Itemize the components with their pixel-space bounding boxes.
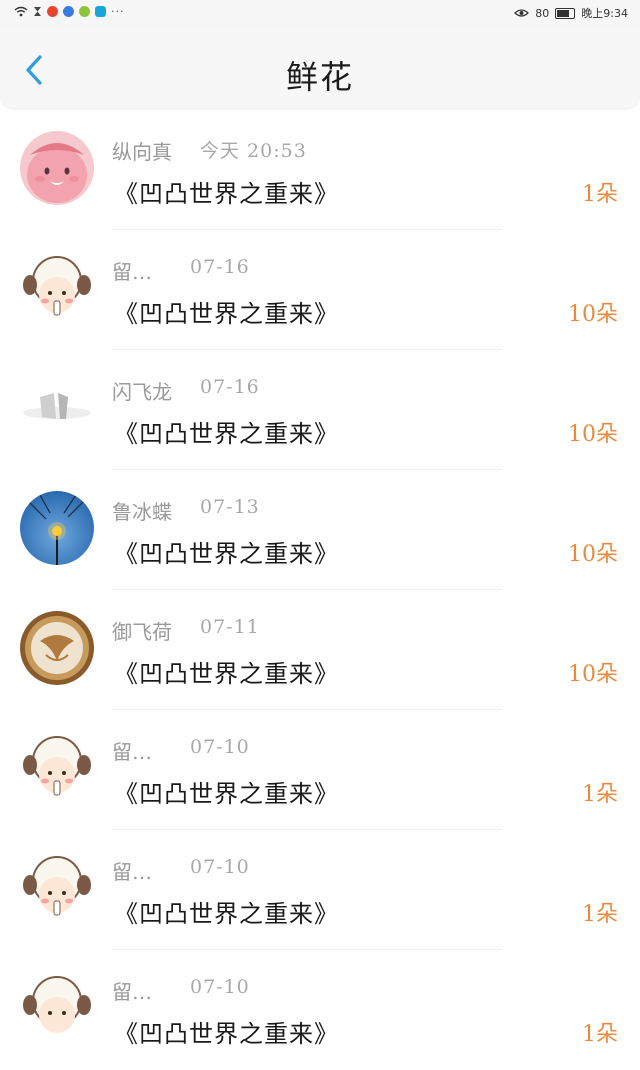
flower-count: 1朵: [582, 1022, 618, 1047]
app-icon: [95, 6, 106, 17]
weibo-icon: [47, 6, 58, 17]
list-item[interactable]: 鲁冰蝶 07-13 《凹凸世界之重来》 10朵: [0, 470, 640, 590]
avatar[interactable]: [20, 971, 94, 1045]
status-bar: ··· 80 晚上9:34: [0, 0, 640, 26]
flower-count: 10朵: [568, 302, 618, 327]
username[interactable]: 御飞荷: [112, 616, 172, 645]
avatar[interactable]: [20, 371, 94, 445]
list-item[interactable]: 留… 07-16 《凹凸世界之重来》 10朵: [0, 230, 640, 350]
list-item[interactable]: 留… 07-10 《凹凸世界之重来》 1朵: [0, 710, 640, 830]
avatar[interactable]: [20, 731, 94, 805]
timestamp: 07-16: [200, 376, 260, 398]
avatar[interactable]: [20, 251, 94, 325]
book-title[interactable]: 《凹凸世界之重来》: [114, 654, 339, 689]
book-title[interactable]: 《凹凸世界之重来》: [114, 774, 339, 809]
flower-count: 1朵: [582, 182, 618, 207]
hourglass-icon: [34, 7, 41, 16]
battery-percent: 80: [535, 6, 550, 20]
list-item[interactable]: 留… 07-10 《凹凸世界之重来》 1朵: [0, 950, 640, 1070]
page-title: 鲜花: [285, 58, 354, 96]
chat-icon: [79, 6, 90, 17]
username[interactable]: 留…: [112, 736, 152, 765]
username[interactable]: 留…: [112, 976, 152, 1005]
flower-count: 1朵: [582, 782, 618, 807]
timestamp: 07-11: [200, 616, 260, 638]
username[interactable]: 纵向真: [112, 136, 172, 165]
list-item[interactable]: 纵向真 今天 20:53 《凹凸世界之重来》 1朵: [0, 110, 640, 230]
list-item[interactable]: 留… 07-10 《凹凸世界之重来》 1朵: [0, 830, 640, 950]
timestamp: 07-10: [190, 976, 250, 998]
book-title[interactable]: 《凹凸世界之重来》: [114, 414, 339, 449]
avatar[interactable]: [20, 611, 94, 685]
list-item[interactable]: 闪飞龙 07-16 《凹凸世界之重来》 10朵: [0, 350, 640, 470]
username[interactable]: 留…: [112, 856, 152, 885]
timestamp: 今天 20:53: [200, 140, 307, 162]
flower-count: 1朵: [582, 902, 618, 927]
eye-icon: [514, 9, 530, 17]
avatar[interactable]: [20, 491, 94, 565]
battery-icon: [555, 7, 576, 19]
book-title[interactable]: 《凹凸世界之重来》: [114, 174, 339, 209]
book-title[interactable]: 《凹凸世界之重来》: [114, 894, 339, 929]
header: 鲜花: [0, 26, 640, 108]
flower-count: 10朵: [568, 422, 618, 447]
book-title[interactable]: 《凹凸世界之重来》: [114, 1014, 339, 1049]
notification-icons: ···: [14, 5, 125, 18]
avatar[interactable]: [20, 131, 94, 205]
timestamp: 07-13: [200, 496, 260, 518]
flower-gift-list: 纵向真 今天 20:53 《凹凸世界之重来》 1朵 留… 07-16 《凹凸世界…: [0, 110, 640, 1070]
flower-count: 10朵: [568, 542, 618, 567]
wifi-icon: [14, 6, 28, 17]
more-notifications: ···: [111, 5, 125, 18]
username[interactable]: 留…: [112, 256, 152, 285]
list-item[interactable]: 御飞荷 07-11 《凹凸世界之重来》 10朵: [0, 590, 640, 710]
flower-count: 10朵: [568, 662, 618, 687]
book-title[interactable]: 《凹凸世界之重来》: [114, 534, 339, 569]
avatar[interactable]: [20, 851, 94, 925]
username[interactable]: 闪飞龙: [112, 376, 172, 405]
book-title[interactable]: 《凹凸世界之重来》: [114, 294, 339, 329]
music-icon: [63, 6, 74, 17]
timestamp: 07-10: [190, 736, 250, 758]
timestamp: 07-16: [190, 256, 250, 278]
timestamp: 07-10: [190, 856, 250, 878]
clock: 晚上9:34: [581, 7, 628, 20]
username[interactable]: 鲁冰蝶: [112, 496, 172, 525]
